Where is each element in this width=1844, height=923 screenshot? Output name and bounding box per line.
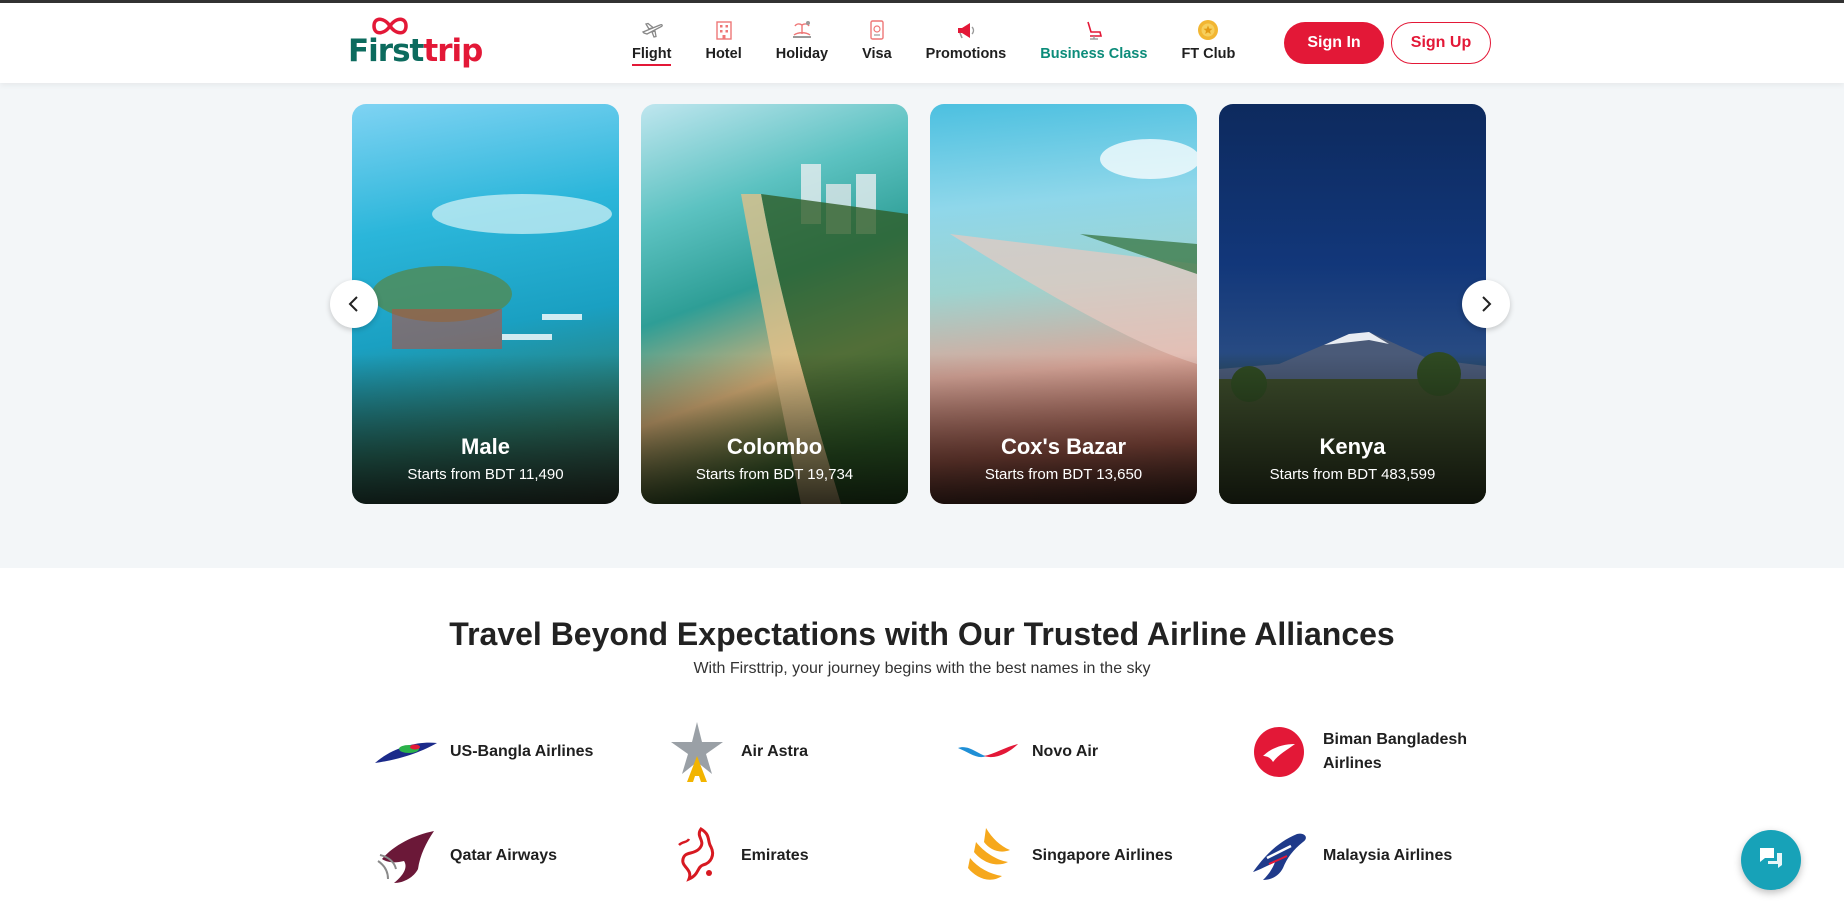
air-astra-logo-icon — [663, 720, 731, 784]
seat-icon — [1081, 17, 1107, 43]
nav-hotel[interactable]: Hotel — [705, 17, 742, 73]
destination-price: Starts from BDT 483,599 — [1269, 466, 1436, 483]
firsttrip-logo[interactable]: Firsttrip — [348, 15, 483, 71]
airline-us-bangla[interactable]: US-Bangla Airlines — [372, 720, 652, 784]
nav-holiday[interactable]: Holiday — [776, 17, 828, 73]
airline-name: Air Astra — [741, 743, 808, 760]
sign-in-button[interactable]: Sign In — [1284, 22, 1384, 64]
destinations-carousel: Male Starts from BDT 11,490 Colombo Star… — [0, 83, 1844, 568]
nav-promotions-label: Promotions — [925, 46, 1007, 62]
nav-flight[interactable]: Flight — [632, 17, 672, 73]
section-subtitle: With Firsttrip, your journey begins with… — [693, 660, 1151, 677]
nav-business-class[interactable]: Business Class — [1040, 17, 1147, 73]
site-header: Firsttrip Flight Hotel Holiday Visa Prom… — [0, 3, 1844, 83]
nav-visa[interactable]: Visa — [862, 17, 892, 73]
airplane-icon — [639, 17, 665, 43]
holiday-icon — [789, 17, 815, 43]
nav-holiday-label: Holiday — [775, 46, 829, 62]
destination-price: Starts from BDT 19,734 — [695, 466, 854, 483]
airline-alliances-section: Travel Beyond Expectations with Our Trus… — [0, 568, 1844, 923]
airline-name: Biman Bangladesh Airlines — [1323, 731, 1468, 772]
nav-flight-label: Flight — [632, 46, 672, 66]
destination-card-coxs-bazar[interactable]: Cox's Bazar Starts from BDT 13,650 — [930, 104, 1197, 504]
chevron-left-icon — [347, 289, 361, 320]
medal-icon — [1195, 17, 1221, 43]
nav-visa-label: Visa — [862, 46, 892, 62]
biman-logo-icon — [1245, 720, 1313, 784]
airline-air-astra[interactable]: Air Astra — [663, 720, 943, 784]
main-nav: Flight Hotel Holiday Visa Promotions Bus… — [632, 17, 1269, 73]
section-title: Travel Beyond Expectations with Our Trus… — [449, 616, 1395, 652]
qatar-airways-logo-icon — [372, 824, 440, 888]
airline-name: Singapore Airlines — [1032, 847, 1173, 864]
airline-name: Novo Air — [1032, 743, 1099, 760]
emirates-logo-icon — [663, 824, 731, 888]
chat-support-button[interactable] — [1741, 830, 1801, 890]
chevron-right-icon — [1479, 289, 1493, 320]
airline-name: Emirates — [741, 847, 809, 864]
airline-emirates[interactable]: Emirates — [663, 824, 943, 888]
airline-biman-bangladesh[interactable]: Biman Bangladesh Airlines — [1245, 720, 1525, 784]
carousel-next-button[interactable] — [1462, 280, 1510, 328]
chat-icon — [1757, 845, 1785, 876]
sign-up-button[interactable]: Sign Up — [1391, 22, 1491, 64]
nav-ft-club[interactable]: FT Club — [1181, 17, 1235, 73]
destination-price: Starts from BDT 11,490 — [407, 466, 564, 483]
airline-name: Qatar Airways — [450, 847, 558, 864]
destination-city: Male — [461, 434, 510, 459]
destination-city: Kenya — [1319, 434, 1386, 459]
airline-qatar-airways[interactable]: Qatar Airways — [372, 824, 652, 888]
logo-wordmark: Firsttrip — [348, 33, 483, 69]
destination-card-colombo[interactable]: Colombo Starts from BDT 19,734 — [641, 104, 908, 504]
nav-ft-club-label: FT Club — [1181, 46, 1236, 62]
destination-price: Starts from BDT 13,650 — [984, 466, 1143, 483]
us-bangla-logo-icon — [372, 720, 440, 784]
destination-city: Cox's Bazar — [1000, 434, 1127, 459]
destination-card-male[interactable]: Male Starts from BDT 11,490 — [352, 104, 619, 504]
nav-hotel-label: Hotel — [705, 46, 742, 62]
airline-novo-air[interactable]: Novo Air — [954, 720, 1234, 784]
passport-icon — [864, 17, 890, 43]
airline-singapore-airlines[interactable]: Singapore Airlines — [954, 824, 1234, 888]
hotel-icon — [711, 17, 737, 43]
carousel-prev-button[interactable] — [330, 280, 378, 328]
airline-malaysia-airlines[interactable]: Malaysia Airlines — [1245, 824, 1525, 888]
destination-card-kenya[interactable]: Kenya Starts from BDT 483,599 — [1219, 104, 1486, 504]
nav-business-class-label: Business Class — [1040, 46, 1148, 62]
singapore-airlines-logo-icon — [954, 824, 1022, 888]
nav-promotions[interactable]: Promotions — [925, 17, 1007, 73]
airline-name: Malaysia Airlines — [1323, 847, 1453, 864]
destination-city: Colombo — [726, 434, 823, 459]
airline-name: US-Bangla Airlines — [450, 743, 594, 760]
malaysia-airlines-logo-icon — [1245, 824, 1313, 888]
megaphone-icon — [953, 17, 979, 43]
novo-air-logo-icon — [954, 720, 1022, 784]
